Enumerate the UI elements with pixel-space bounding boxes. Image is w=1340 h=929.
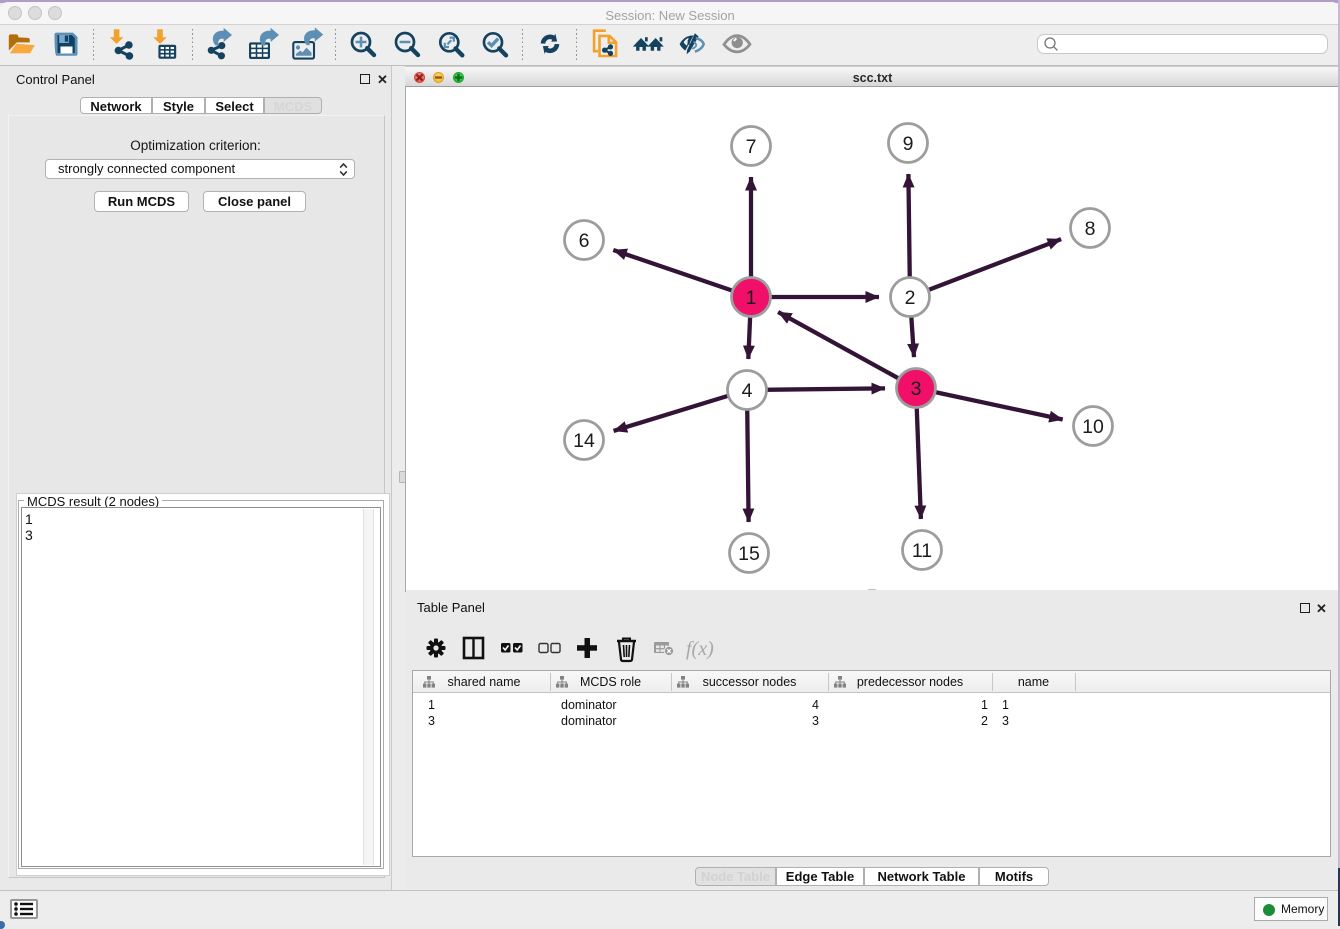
svg-text:10: 10: [1082, 416, 1104, 438]
svg-text:6: 6: [579, 230, 590, 252]
svg-text:4: 4: [742, 380, 753, 402]
svg-text:8: 8: [1085, 218, 1096, 240]
svg-text:f(x): f(x): [686, 638, 714, 660]
svg-text:15: 15: [738, 543, 760, 565]
svg-text:11: 11: [912, 540, 932, 562]
svg-text:9: 9: [903, 133, 914, 155]
svg-text:2: 2: [905, 287, 916, 309]
svg-text:1: 1: [746, 287, 757, 309]
svg-text:14: 14: [573, 430, 595, 452]
svg-text:7: 7: [746, 136, 757, 158]
svg-text:3: 3: [911, 378, 922, 400]
